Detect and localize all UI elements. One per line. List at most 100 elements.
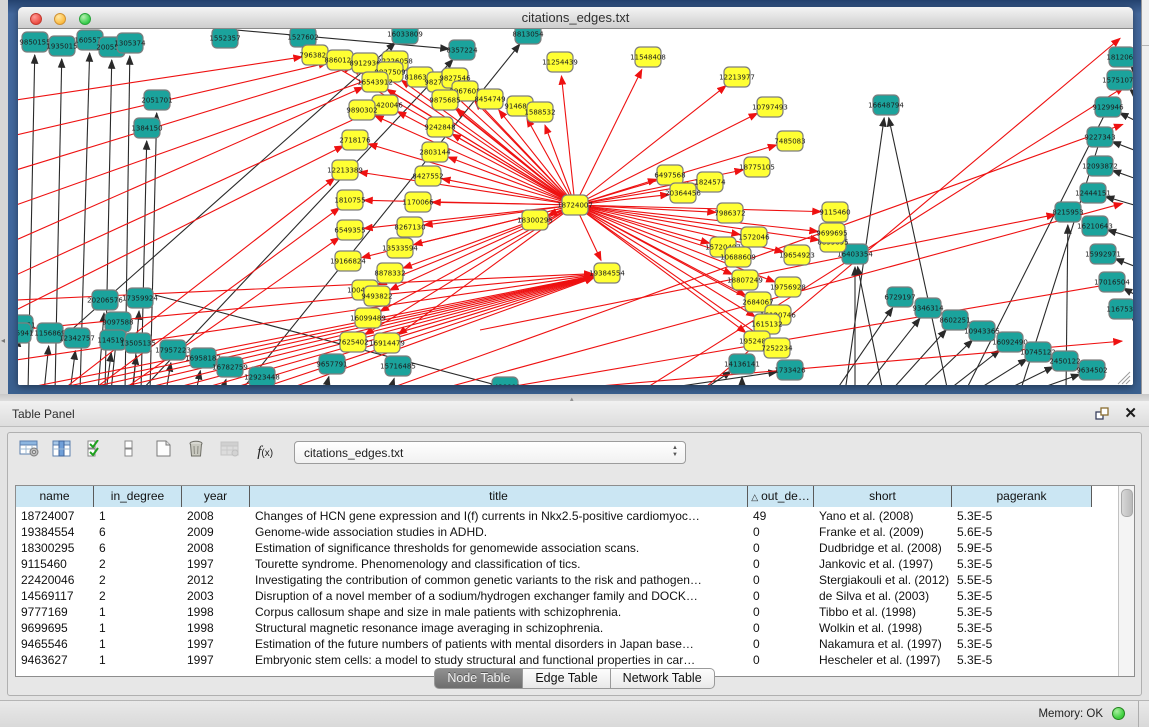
citation-edge-black[interactable] <box>1112 142 1133 150</box>
graph-node-label: 16914479 <box>369 339 405 347</box>
graph-node-label: 14136141 <box>724 360 760 368</box>
citation-edge-red[interactable] <box>575 70 642 205</box>
graph-node-label: 2450122 <box>1049 357 1080 365</box>
graph-node-label: 1170066 <box>402 198 434 206</box>
graph-node-label: 9097588 <box>102 318 133 326</box>
citation-edge-black[interactable] <box>1115 259 1133 266</box>
table-row[interactable]: 1872400712008Changes of HCN gene express… <box>16 508 1134 524</box>
citation-edge-red[interactable] <box>250 277 594 385</box>
table-selector-dropdown[interactable]: citations_edges.txt ▲▼ <box>294 441 686 464</box>
unselect-all-columns-button[interactable] <box>116 438 142 466</box>
create-new-table-button[interactable] <box>150 438 176 466</box>
citation-edge-black[interactable] <box>1107 230 1133 238</box>
column-header-in_degree[interactable]: in_degree <box>94 486 182 507</box>
cell-name: 14569117 <box>21 588 91 604</box>
graph-node-label: 10943365 <box>964 327 1000 335</box>
citation-edge-black[interactable] <box>1030 374 1080 385</box>
column-header-year[interactable]: year <box>182 486 250 507</box>
citation-edge-red[interactable] <box>18 76 378 205</box>
column-header-out_de[interactable]: △out_de… <box>748 486 814 507</box>
table-row[interactable]: 946554611997Estimation of the future num… <box>16 636 1134 652</box>
graph-node-label: 19756928 <box>770 283 806 291</box>
table-row[interactable]: 1456911722003Disruption of a novel membe… <box>16 588 1134 604</box>
table-row[interactable]: 911546021997Tourette syndrome. Phenomeno… <box>16 556 1134 572</box>
column-header-pagerank[interactable]: pagerank <box>952 486 1092 507</box>
graph-node-label: 17016504 <box>1094 278 1130 286</box>
citation-network-graph[interactable]: 9850155193501516055742005574130537415523… <box>18 29 1133 385</box>
citation-edge-black[interactable] <box>1120 113 1133 120</box>
tab-edge-table[interactable]: Edge Table <box>523 668 610 689</box>
citation-edge-red[interactable] <box>18 87 363 240</box>
table-row[interactable]: 1830029562008Estimation of significance … <box>16 540 1134 556</box>
citation-edge-red[interactable] <box>18 63 327 135</box>
cell-short: Stergiakouli et al. (2012) <box>819 572 949 588</box>
cell-pagerank: 5.3E-5 <box>957 620 1089 636</box>
table-row[interactable]: 977716911998Corpus callosum shape and si… <box>16 604 1134 620</box>
table-vertical-scrollbar[interactable] <box>1118 486 1134 676</box>
graph-node-label: 19384554 <box>589 269 625 277</box>
tab-network-table[interactable]: Network Table <box>611 668 715 689</box>
cell-out_de: 0 <box>753 652 811 668</box>
graph-node-label: 16099489 <box>350 314 386 322</box>
cell-title: Structural magnetic resonance image aver… <box>255 620 745 636</box>
citation-edge-black[interactable] <box>835 308 893 385</box>
graph-node-label: 9346314 <box>912 304 944 312</box>
citation-edge-red[interactable] <box>18 110 373 275</box>
cell-out_de: 0 <box>753 540 811 556</box>
citation-edge-black[interactable] <box>889 118 948 385</box>
close-panel-icon[interactable]: ✕ <box>1124 404 1137 422</box>
citation-edge-black[interactable] <box>862 318 920 385</box>
graph-node-label: 1438992 <box>489 383 520 385</box>
column-header-title[interactable]: title <box>250 486 748 507</box>
citation-edge-black[interactable] <box>325 377 329 385</box>
cell-in_degree: 6 <box>99 524 179 540</box>
citation-edge-red[interactable] <box>432 202 575 205</box>
show-columns-button[interactable] <box>49 438 75 466</box>
cell-year: 1998 <box>187 604 247 620</box>
scrollbar-thumb[interactable] <box>1121 489 1133 517</box>
table-row[interactable]: 1938455462009Genome-wide association stu… <box>16 524 1134 540</box>
column-header-name[interactable]: name <box>16 486 94 507</box>
cell-pagerank: 5.6E-5 <box>957 524 1089 540</box>
table-options-button[interactable] <box>16 438 42 466</box>
cell-out_de: 0 <box>753 636 811 652</box>
graph-node-label: 18724007 <box>557 201 593 209</box>
citation-edge-black[interactable] <box>70 351 75 385</box>
citation-edge-red[interactable] <box>18 67 353 170</box>
canvas-resize-grip[interactable] <box>1122 376 1130 384</box>
graph-node-label: 12444151 <box>1075 189 1111 197</box>
select-all-columns-button[interactable] <box>83 438 109 466</box>
citation-edge-black[interactable] <box>390 378 394 385</box>
cell-short: Jankovic et al. (1997) <box>819 556 949 572</box>
citation-edge-black[interactable] <box>974 359 1027 385</box>
float-panel-icon[interactable] <box>1095 407 1109 421</box>
cell-pagerank: 5.3E-5 <box>957 652 1089 668</box>
cell-in_degree: 1 <box>99 652 179 668</box>
table-row[interactable]: 969969511998Structural magnetic resonanc… <box>16 620 1134 636</box>
tab-node-table[interactable]: Node Table <box>434 668 523 689</box>
cell-year: 1997 <box>187 652 247 668</box>
canvas-resize-grip[interactable] <box>1126 380 1130 384</box>
cell-pagerank: 5.3E-5 <box>957 556 1089 572</box>
panel-collapse-icon[interactable]: ◂ <box>1 336 5 345</box>
delete-table-button[interactable] <box>183 438 209 466</box>
citation-edge-red[interactable] <box>452 134 575 205</box>
cell-title: Disruption of a novel member of a sodium… <box>255 588 745 604</box>
table-row[interactable]: 2242004622012Investigating the contribut… <box>16 572 1134 588</box>
column-header-short[interactable]: short <box>814 486 952 507</box>
graph-node-label: 16543912 <box>357 78 393 86</box>
citation-edge-red[interactable] <box>375 116 575 205</box>
cell-short: Nakamura et al. (1997) <box>819 636 949 652</box>
table-row[interactable]: 946362711997Embryonic stem cells: a mode… <box>16 652 1134 668</box>
citation-edge-black[interactable] <box>44 346 49 385</box>
network-window-titlebar[interactable]: citations_edges.txt <box>18 7 1133 29</box>
function-builder-button[interactable]: f(x) <box>250 438 280 466</box>
citation-edge-black[interactable] <box>196 371 200 385</box>
citation-edge-black[interactable] <box>1112 170 1133 178</box>
citation-edge-black[interactable] <box>858 267 883 385</box>
network-canvas[interactable]: 9850155193501516055742005574130537415523… <box>18 29 1133 385</box>
citation-edge-red[interactable] <box>368 144 575 205</box>
cell-out_de: 0 <box>753 572 811 588</box>
graph-node-label: 2803144 <box>419 148 451 156</box>
panel-splitter[interactable]: ▴ <box>0 394 1149 401</box>
